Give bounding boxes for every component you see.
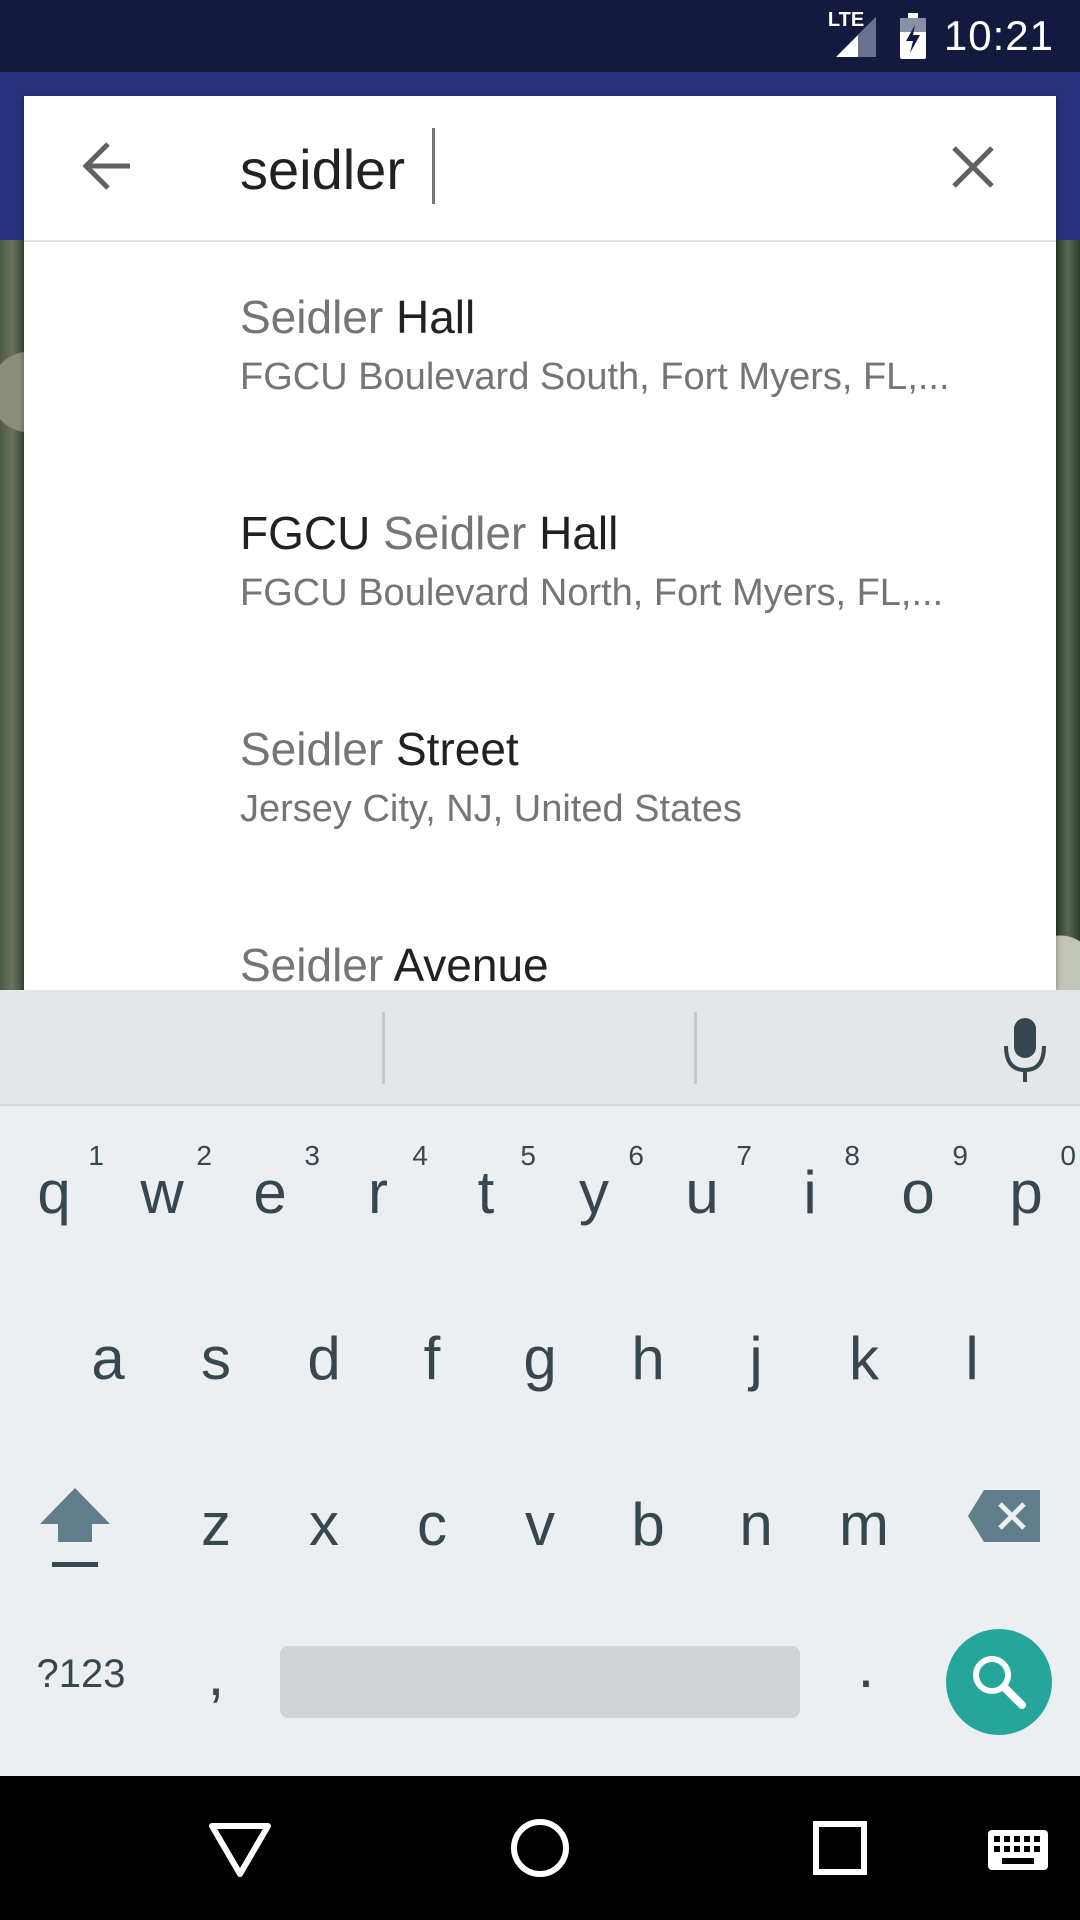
strip-divider xyxy=(694,1012,697,1084)
search-card: Seidler Hall FGCU Boulevard South, Fort … xyxy=(24,96,1056,990)
key-label: a xyxy=(91,1325,125,1392)
recents-square-icon[interactable] xyxy=(804,1812,876,1884)
key-c[interactable]: c xyxy=(378,1490,486,1590)
key-a[interactable]: a xyxy=(54,1324,162,1424)
key-hint: 0 xyxy=(1060,1140,1076,1171)
key-label: m xyxy=(839,1491,889,1558)
backspace-key[interactable] xyxy=(968,1488,1042,1544)
clock: 10:21 xyxy=(943,12,1054,59)
key-p[interactable]: p0 xyxy=(972,1140,1080,1258)
suggestion-item[interactable]: Seidler Avenue xyxy=(24,890,1056,990)
key-r[interactable]: r4 xyxy=(324,1140,432,1258)
key-label: b xyxy=(631,1491,665,1558)
key-t[interactable]: t5 xyxy=(432,1140,540,1258)
arrow-back-icon[interactable] xyxy=(78,136,138,196)
suggestion-address: Jersey City, NJ, United States xyxy=(240,788,742,830)
key-hint: 3 xyxy=(304,1140,320,1171)
key-o[interactable]: o9 xyxy=(864,1140,972,1258)
status-icons: LTE 10:21 xyxy=(828,0,1054,72)
suggestion-title: Seidler Avenue xyxy=(240,939,549,990)
back-triangle-icon[interactable] xyxy=(204,1812,276,1884)
search-bar xyxy=(24,96,1056,242)
symbols-key[interactable]: ?123 xyxy=(26,1652,136,1712)
suggestion-item[interactable]: Seidler Hall FGCU Boulevard South, Fort … xyxy=(24,242,1056,458)
key-label: l xyxy=(965,1325,979,1392)
period-key[interactable]: . xyxy=(846,1632,886,1702)
key-z[interactable]: z xyxy=(162,1490,270,1590)
key-hint: 2 xyxy=(196,1140,212,1171)
backspace-icon xyxy=(968,1490,1040,1542)
key-w[interactable]: w2 xyxy=(108,1140,216,1258)
key-label: k xyxy=(849,1325,879,1392)
key-hint: 7 xyxy=(736,1140,752,1171)
lte-signal-icon: LTE xyxy=(828,9,882,59)
home-circle-icon[interactable] xyxy=(504,1812,576,1884)
key-y[interactable]: y6 xyxy=(540,1140,648,1258)
key-m[interactable]: m xyxy=(810,1490,918,1590)
key-l[interactable]: l xyxy=(918,1324,1026,1424)
search-input[interactable] xyxy=(240,134,940,204)
key-hint: 5 xyxy=(520,1140,536,1171)
key-v[interactable]: v xyxy=(486,1490,594,1590)
close-icon[interactable] xyxy=(946,140,1000,194)
strip-divider xyxy=(382,1012,385,1084)
comma-key[interactable]: , xyxy=(196,1640,236,1710)
key-hint: 9 xyxy=(952,1140,968,1171)
search-key[interactable] xyxy=(946,1629,1052,1735)
suggestion-address: FGCU Boulevard South, Fort Myers, FL,... xyxy=(240,356,950,398)
key-label: v xyxy=(525,1491,555,1558)
status-bar: LTE 10:21 xyxy=(0,0,1080,72)
text-cursor xyxy=(432,128,435,204)
suggestion-address: FGCU Boulevard North, Fort Myers, FL,... xyxy=(240,572,944,614)
key-u[interactable]: u7 xyxy=(648,1140,756,1258)
suggestion-title: Seidler Hall xyxy=(240,291,476,343)
suggestion-item[interactable]: Seidler Street Jersey City, NJ, United S… xyxy=(24,674,1056,890)
key-h[interactable]: h xyxy=(594,1324,702,1424)
suggestion-item[interactable]: FGCU Seidler Hall FGCU Boulevard North, … xyxy=(24,458,1056,674)
key-hint: 8 xyxy=(844,1140,860,1171)
keyboard-suggestion-strip xyxy=(0,990,1080,1106)
key-hint: 6 xyxy=(628,1140,644,1171)
key-label: g xyxy=(523,1325,557,1392)
key-e[interactable]: e3 xyxy=(216,1140,324,1258)
space-bar[interactable] xyxy=(280,1646,800,1718)
key-j[interactable]: j xyxy=(702,1324,810,1424)
key-label: x xyxy=(309,1491,339,1558)
key-q[interactable]: q1 xyxy=(0,1140,108,1258)
key-label: z xyxy=(201,1491,231,1558)
search-icon xyxy=(973,1656,1026,1709)
key-label: d xyxy=(307,1325,341,1392)
suggestion-title: Seidler Street xyxy=(240,723,519,775)
key-hint: 1 xyxy=(88,1140,104,1171)
navigation-bar xyxy=(0,1776,1080,1920)
key-d[interactable]: d xyxy=(270,1324,378,1424)
microphone-icon[interactable] xyxy=(1000,1016,1050,1086)
key-label: f xyxy=(423,1325,441,1392)
suggestion-title: FGCU Seidler Hall xyxy=(240,507,619,559)
key-label: n xyxy=(739,1491,773,1558)
shift-key[interactable] xyxy=(38,1484,112,1574)
key-label: h xyxy=(631,1325,665,1392)
key-i[interactable]: i8 xyxy=(756,1140,864,1258)
key-b[interactable]: b xyxy=(594,1490,702,1590)
shift-icon xyxy=(40,1488,110,1567)
key-hint: 4 xyxy=(412,1140,428,1171)
key-f[interactable]: f xyxy=(378,1324,486,1424)
on-screen-keyboard: q1w2e3r4t5y6u7i8o9p0 a s d f g h j k l z x c v b nm ?12… xyxy=(0,990,1080,1776)
key-label: j xyxy=(749,1325,763,1392)
key-label: c xyxy=(417,1491,447,1558)
key-label: s xyxy=(201,1325,231,1392)
key-s[interactable]: s xyxy=(162,1324,270,1424)
key-k[interactable]: k xyxy=(810,1324,918,1424)
key-g[interactable]: g xyxy=(486,1324,594,1424)
key-n[interactable]: n xyxy=(702,1490,810,1590)
battery-charging-icon xyxy=(899,13,926,59)
keyboard-icon[interactable] xyxy=(986,1812,1050,1884)
key-x[interactable]: x xyxy=(270,1490,378,1590)
